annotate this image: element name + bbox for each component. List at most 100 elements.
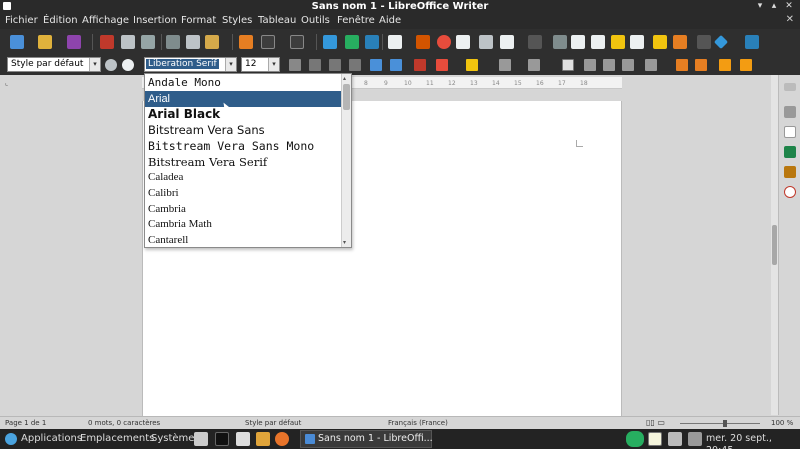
sidebar-toggle-icon[interactable]	[745, 35, 759, 49]
menu-file[interactable]: Fichier	[5, 15, 38, 27]
menu-format[interactable]: Format	[181, 15, 216, 27]
text-language[interactable]: Français (France)	[388, 419, 448, 428]
font-option[interactable]: Cambria Math	[145, 216, 342, 232]
numbered-list-icon[interactable]	[528, 59, 540, 71]
insert-image-icon[interactable]	[416, 35, 430, 49]
window-titlebar[interactable]: Sans nom 1 - LibreOffice Writer ▾ ▴ ✕	[0, 0, 800, 13]
new-style-icon[interactable]	[122, 59, 134, 71]
scroll-down-icon[interactable]: ▾	[343, 239, 346, 246]
subscript-icon[interactable]	[390, 59, 402, 71]
view-layout-icon[interactable]: ▯▯ ▭	[646, 418, 665, 427]
menu-help[interactable]: Aide	[379, 15, 401, 27]
insert-chart-icon[interactable]	[437, 35, 451, 49]
cut-icon[interactable]	[166, 35, 180, 49]
font-option[interactable]: Cambria	[145, 201, 342, 217]
insert-textbox-icon[interactable]	[456, 35, 470, 49]
zoom-slider-knob[interactable]	[723, 420, 727, 427]
applications-menu[interactable]: Applications	[21, 433, 82, 445]
font-color-icon[interactable]	[436, 59, 448, 71]
font-option[interactable]: Bitstream Vera Sans	[145, 122, 342, 138]
font-name-combo[interactable]: Liberation Serif ▾	[144, 57, 237, 72]
firefox-launcher-icon[interactable]	[275, 432, 289, 446]
menu-edit[interactable]: Édition	[43, 15, 78, 27]
menu-tools[interactable]: Outils	[301, 15, 330, 27]
font-name-dropdown[interactable]: Andale Mono Arial Arial Black Bitstream Ver…	[144, 73, 352, 248]
font-option[interactable]: Arial Black	[145, 106, 342, 122]
special-character-icon[interactable]	[528, 35, 542, 49]
find-replace-icon[interactable]	[323, 35, 337, 49]
justify-icon[interactable]	[622, 59, 634, 71]
archive-launcher-icon[interactable]	[256, 432, 270, 446]
bullet-list-icon[interactable]	[499, 59, 511, 71]
file-manager-launcher-icon[interactable]	[194, 432, 208, 446]
tab-stop-icon[interactable]: ⌞	[5, 79, 8, 87]
increase-indent-icon[interactable]	[719, 59, 731, 71]
menu-window[interactable]: Fenêtre	[337, 15, 375, 27]
dropdown-scrollbar[interactable]: ▴ ▾	[341, 74, 351, 247]
places-menu[interactable]: Emplacements	[80, 433, 154, 445]
font-size-combo[interactable]: 12 ▾	[241, 57, 280, 72]
hyperlink-icon[interactable]	[553, 35, 567, 49]
font-option[interactable]: Bitstream Vera Serif	[145, 154, 342, 170]
update-style-icon[interactable]	[105, 59, 117, 71]
clear-formatting-icon[interactable]	[414, 59, 426, 71]
highlight-color-icon[interactable]	[466, 59, 478, 71]
insert-field-icon[interactable]	[500, 35, 514, 49]
save-icon[interactable]	[67, 35, 81, 49]
chevron-down-icon[interactable]: ▾	[225, 58, 236, 71]
scrollbar-thumb[interactable]	[772, 225, 777, 265]
dropdown-scroll-thumb[interactable]	[343, 84, 350, 110]
font-option[interactable]: Caladea	[145, 169, 342, 185]
font-option[interactable]: Bitstream Vera Sans Mono	[145, 138, 342, 154]
font-name-value[interactable]: Liberation Serif	[146, 59, 219, 69]
redo-icon[interactable]	[290, 35, 304, 49]
font-option[interactable]: Andale Mono	[145, 75, 342, 91]
terminal-launcher-icon[interactable]	[215, 432, 229, 446]
navigator-icon[interactable]	[784, 186, 796, 198]
spellcheck-icon[interactable]	[345, 35, 359, 49]
track-changes-icon[interactable]	[673, 35, 687, 49]
sidebar-menu-icon[interactable]	[784, 83, 796, 91]
volume-icon[interactable]	[668, 432, 682, 446]
italic-icon[interactable]	[309, 59, 321, 71]
export-pdf-icon[interactable]	[100, 35, 114, 49]
font-option[interactable]: Arial	[145, 90, 342, 107]
menu-table[interactable]: Tableau	[258, 15, 296, 27]
strikethrough-icon[interactable]	[349, 59, 361, 71]
chevron-down-icon[interactable]: ▾	[268, 58, 279, 71]
zoom-slider[interactable]	[680, 423, 760, 424]
menu-styles[interactable]: Styles	[222, 15, 252, 27]
text-editor-launcher-icon[interactable]	[236, 432, 250, 446]
increase-paragraph-spacing-icon[interactable]	[676, 59, 688, 71]
font-option[interactable]: Cantarell	[145, 232, 342, 248]
align-left-icon[interactable]	[562, 59, 574, 71]
underline-icon[interactable]	[329, 59, 341, 71]
properties-icon[interactable]	[784, 106, 796, 118]
print-preview-icon[interactable]	[141, 35, 155, 49]
network-icon[interactable]	[688, 432, 702, 446]
decrease-indent-icon[interactable]	[740, 59, 752, 71]
basic-shapes-icon[interactable]	[713, 34, 729, 50]
undo-icon[interactable]	[261, 35, 275, 49]
pdf-applet-icon[interactable]	[648, 432, 662, 446]
print-icon[interactable]	[121, 35, 135, 49]
clock[interactable]: mer. 20 sept., 20:45	[706, 433, 800, 449]
font-option[interactable]: Calibri	[145, 185, 342, 201]
open-folder-icon[interactable]	[38, 35, 52, 49]
align-right-icon[interactable]	[603, 59, 615, 71]
page-icon[interactable]	[784, 126, 796, 138]
page-style[interactable]: Style par défaut	[245, 419, 301, 428]
system-menu[interactable]: Système	[151, 433, 194, 445]
insert-page-break-icon[interactable]	[479, 35, 493, 49]
bookmark-icon[interactable]	[611, 35, 625, 49]
chevron-down-icon[interactable]: ▾	[89, 58, 100, 71]
gallery-icon[interactable]	[784, 166, 796, 178]
new-document-icon[interactable]	[10, 35, 24, 49]
maximize-button[interactable]: ▴	[769, 1, 779, 11]
comment-icon[interactable]	[653, 35, 667, 49]
menu-insert[interactable]: Insertion	[133, 15, 177, 27]
update-status-icon[interactable]	[626, 431, 644, 447]
clone-formatting-icon[interactable]	[239, 35, 253, 49]
page-count[interactable]: Page 1 de 1	[5, 419, 46, 428]
minimize-button[interactable]: ▾	[755, 1, 765, 11]
